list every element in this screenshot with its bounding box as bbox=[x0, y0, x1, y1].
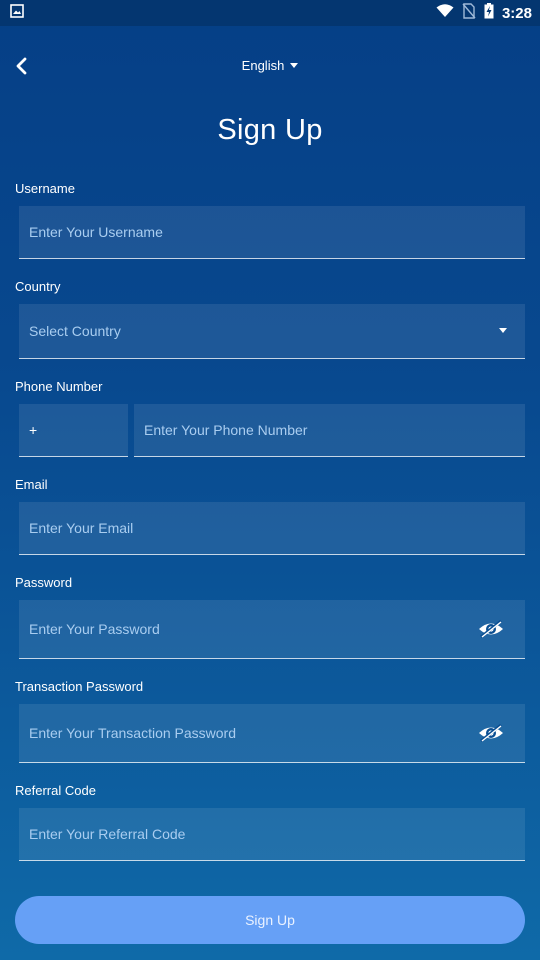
wifi-icon bbox=[436, 3, 454, 23]
language-selector[interactable]: English bbox=[215, 58, 325, 73]
password-input[interactable] bbox=[29, 621, 465, 637]
image-icon bbox=[10, 3, 24, 23]
caret-down-icon bbox=[499, 328, 507, 333]
status-bar: 3:28 bbox=[0, 0, 540, 26]
country-select-value: Select Country bbox=[29, 323, 121, 339]
username-label: Username bbox=[15, 181, 75, 196]
transaction-password-field-container bbox=[19, 704, 525, 763]
phone-label: Phone Number bbox=[15, 379, 103, 394]
country-code-prefix: + bbox=[29, 422, 38, 438]
back-button[interactable] bbox=[8, 54, 36, 82]
username-field-container bbox=[19, 206, 525, 259]
password-label: Password bbox=[15, 575, 73, 590]
referral-field-container bbox=[19, 808, 525, 861]
country-code-field[interactable]: + bbox=[19, 404, 128, 457]
caret-down-icon bbox=[290, 63, 299, 68]
referral-input[interactable] bbox=[29, 826, 515, 842]
username-input[interactable] bbox=[29, 224, 515, 240]
sign-up-button[interactable]: Sign Up bbox=[15, 896, 525, 944]
eye-icon bbox=[479, 619, 503, 639]
status-time: 3:28 bbox=[501, 4, 532, 22]
eye-icon bbox=[479, 723, 503, 743]
transaction-password-visibility-toggle[interactable] bbox=[477, 723, 505, 743]
transaction-password-label: Transaction Password bbox=[15, 679, 144, 694]
page-title: Sign Up bbox=[217, 114, 323, 146]
country-label: Country bbox=[15, 279, 61, 294]
email-label: Email bbox=[15, 477, 48, 492]
battery-charging-icon bbox=[484, 2, 494, 24]
language-label: English bbox=[241, 58, 285, 73]
header: English bbox=[0, 44, 540, 92]
no-sim-icon bbox=[462, 2, 476, 24]
phone-input[interactable] bbox=[144, 422, 515, 438]
password-visibility-toggle[interactable] bbox=[477, 619, 505, 639]
country-select[interactable]: Select Country bbox=[19, 304, 525, 359]
transaction-password-input[interactable] bbox=[29, 725, 465, 741]
chevron-left-icon bbox=[15, 57, 29, 80]
password-field-container bbox=[19, 600, 525, 659]
email-field-container bbox=[19, 502, 525, 555]
referral-label: Referral Code bbox=[15, 783, 96, 798]
phone-field-container bbox=[134, 404, 525, 457]
email-input[interactable] bbox=[29, 520, 515, 536]
